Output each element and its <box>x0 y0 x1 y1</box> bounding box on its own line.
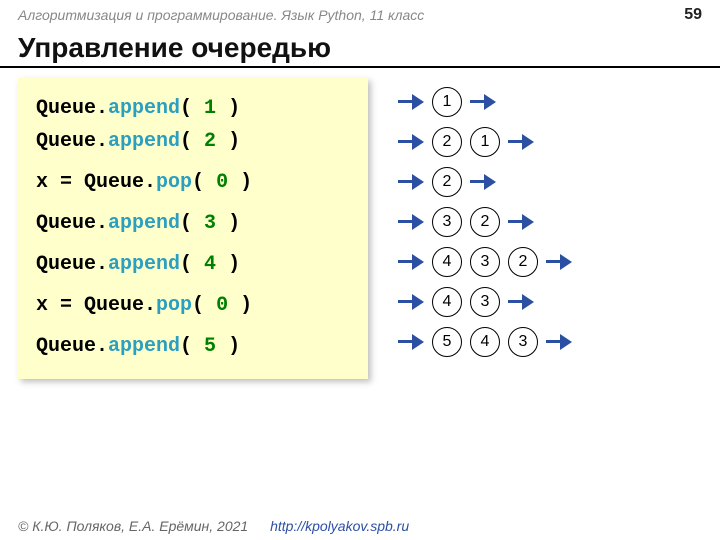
arrow-out-icon <box>508 135 534 149</box>
queue-diagram: 12123243243543 <box>398 78 702 379</box>
queue-row: 32 <box>398 202 702 242</box>
queue-bubble: 4 <box>432 247 462 277</box>
queue-bubble: 3 <box>432 207 462 237</box>
queue-bubble: 2 <box>432 167 462 197</box>
code-line: Queue.append( 4 ) <box>36 248 350 281</box>
copyright-text: © К.Ю. Поляков, Е.А. Ерёмин, 2021 <box>18 518 248 534</box>
footer: © К.Ю. Поляков, Е.А. Ерёмин, 2021 http:/… <box>0 518 720 534</box>
code-line: Queue.append( 5 ) <box>36 330 350 363</box>
queue-bubble: 4 <box>432 287 462 317</box>
page-number: 59 <box>684 6 702 24</box>
course-label: Алгоритмизация и программирование. Язык … <box>18 7 424 23</box>
code-line: Queue.append( 2 ) <box>36 125 350 158</box>
code-line: Queue.append( 3 ) <box>36 207 350 240</box>
arrow-in-icon <box>398 335 424 349</box>
queue-bubble: 5 <box>432 327 462 357</box>
arrow-out-icon <box>546 335 572 349</box>
arrow-in-icon <box>398 95 424 109</box>
arrow-in-icon <box>398 135 424 149</box>
arrow-in-icon <box>398 215 424 229</box>
code-line: x = Queue.pop( 0 ) <box>36 289 350 322</box>
queue-bubble: 3 <box>470 247 500 277</box>
title-rule <box>0 66 720 68</box>
footer-link: http://kpolyakov.spb.ru <box>270 518 409 534</box>
queue-row: 432 <box>398 242 702 282</box>
arrow-out-icon <box>470 175 496 189</box>
content-area: Queue.append( 1 )Queue.append( 2 ) x = Qu… <box>0 78 720 379</box>
queue-row: 43 <box>398 282 702 322</box>
queue-bubble: 2 <box>508 247 538 277</box>
slide-title: Управление очередью <box>0 28 720 66</box>
arrow-out-icon <box>546 255 572 269</box>
queue-bubble: 1 <box>432 87 462 117</box>
arrow-out-icon <box>508 215 534 229</box>
queue-row: 2 <box>398 162 702 202</box>
arrow-in-icon <box>398 295 424 309</box>
queue-row: 1 <box>398 82 702 122</box>
queue-bubble: 3 <box>508 327 538 357</box>
queue-bubble: 2 <box>470 207 500 237</box>
queue-row: 543 <box>398 322 702 362</box>
queue-row: 21 <box>398 122 702 162</box>
arrow-out-icon <box>470 95 496 109</box>
queue-bubble: 3 <box>470 287 500 317</box>
queue-bubble: 2 <box>432 127 462 157</box>
code-line: Queue.append( 1 ) <box>36 92 350 125</box>
arrow-in-icon <box>398 255 424 269</box>
queue-bubble: 4 <box>470 327 500 357</box>
code-box: Queue.append( 1 )Queue.append( 2 ) x = Qu… <box>18 78 368 379</box>
top-bar: Алгоритмизация и программирование. Язык … <box>0 0 720 28</box>
arrow-in-icon <box>398 175 424 189</box>
arrow-out-icon <box>508 295 534 309</box>
queue-bubble: 1 <box>470 127 500 157</box>
code-line: x = Queue.pop( 0 ) <box>36 166 350 199</box>
